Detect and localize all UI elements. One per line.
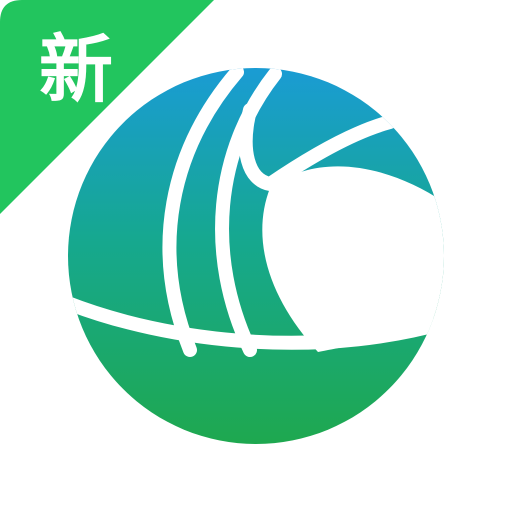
app-icon[interactable]: 新	[0, 0, 512, 512]
new-badge-label: 新	[39, 27, 113, 113]
